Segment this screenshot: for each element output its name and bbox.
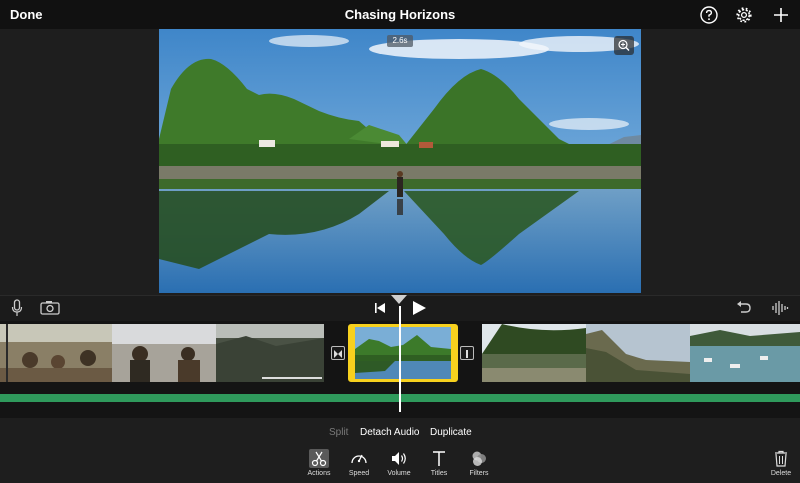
- microphone-icon[interactable]: [11, 299, 23, 317]
- camera-icon[interactable]: [40, 300, 60, 315]
- scissors-icon: [309, 449, 329, 468]
- clip-thumbnail: [0, 324, 112, 382]
- undo-icon[interactable]: [736, 301, 752, 315]
- text-t-icon: [433, 451, 445, 466]
- timeline-clip[interactable]: [112, 324, 216, 382]
- audio-waveform-icon[interactable]: [771, 300, 789, 316]
- project-title: Chasing Horizons: [344, 7, 456, 22]
- clip-duration-badge: 2.6s: [387, 35, 413, 47]
- tool-label: Speed: [348, 470, 370, 477]
- timeline-clip[interactable]: [586, 324, 690, 382]
- video-preview[interactable]: [159, 29, 641, 293]
- split-action[interactable]: Split: [329, 427, 348, 438]
- timeline-clip[interactable]: [216, 324, 324, 382]
- settings-gear-icon[interactable]: [734, 5, 754, 25]
- tool-actions[interactable]: Actions: [299, 449, 339, 479]
- clip-thumbnail: [586, 324, 690, 382]
- delete-label: Delete: [770, 470, 792, 477]
- speedometer-icon: [351, 454, 367, 464]
- transition-button-left[interactable]: [331, 346, 345, 360]
- tool-label: Filters: [469, 470, 489, 477]
- delete-button[interactable]: Delete: [763, 449, 799, 479]
- landscape-preview-image: [159, 29, 641, 293]
- skip-to-start-icon[interactable]: [374, 302, 386, 314]
- tool-label: Titles: [430, 470, 448, 477]
- clip-thumbnail: [690, 324, 800, 382]
- timeline-clip[interactable]: [482, 324, 586, 382]
- transition-bowtie-icon: [334, 350, 342, 358]
- transition-bar-icon: [466, 350, 468, 358]
- playhead-line: [399, 306, 401, 412]
- add-plus-icon[interactable]: [771, 5, 791, 25]
- zoom-button[interactable]: [614, 36, 634, 55]
- clip-thumbnail: [216, 324, 324, 382]
- duplicate-action[interactable]: Duplicate: [430, 427, 472, 438]
- tool-filters[interactable]: Filters: [459, 449, 499, 479]
- clip-thumbnail: [482, 324, 586, 382]
- playhead-marker[interactable]: [391, 295, 407, 304]
- selected-clip-thumbnail: [355, 327, 451, 379]
- play-icon[interactable]: [412, 300, 427, 316]
- timeline-clip[interactable]: [0, 324, 112, 382]
- zoom-magnifier-icon: [618, 39, 630, 51]
- detach-audio-action[interactable]: Detach Audio: [360, 427, 420, 438]
- speaker-icon: [392, 452, 406, 465]
- tool-label: Actions: [307, 470, 331, 477]
- timeline-clip[interactable]: [690, 324, 800, 382]
- help-icon[interactable]: [699, 5, 719, 25]
- transition-button-right[interactable]: [460, 346, 474, 360]
- clip-thumbnail: [112, 324, 216, 382]
- top-bar: Done Chasing Horizons: [0, 0, 800, 29]
- tool-volume[interactable]: Volume: [379, 449, 419, 479]
- filters-circles-icon: [472, 451, 486, 466]
- trash-icon: [775, 450, 787, 467]
- tool-speed[interactable]: Speed: [339, 449, 379, 479]
- tool-titles[interactable]: Titles: [419, 449, 459, 479]
- tool-label: Volume: [387, 470, 411, 477]
- selected-clip[interactable]: [348, 324, 458, 382]
